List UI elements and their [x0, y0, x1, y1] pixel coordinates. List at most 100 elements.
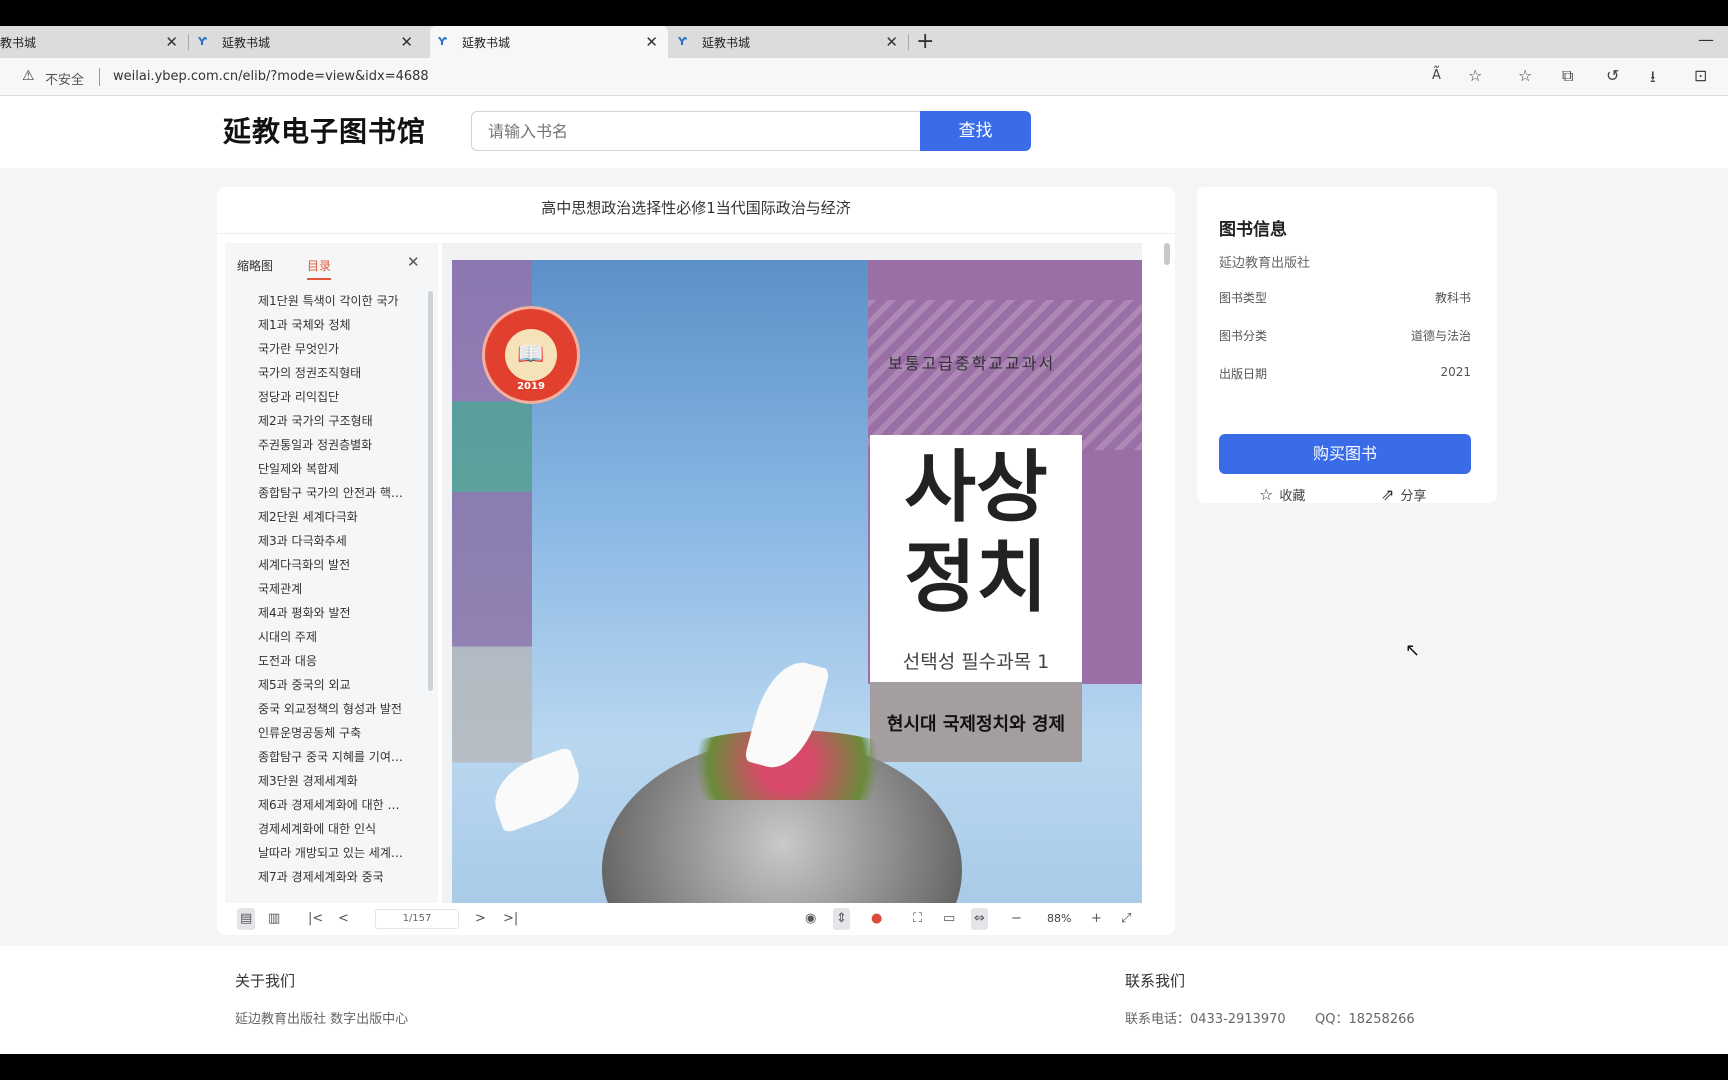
contact-qq: QQ：18258266 — [1315, 1012, 1415, 1027]
favorites-icon[interactable]: ☆ — [1518, 66, 1532, 85]
security-label[interactable]: 不安全 — [45, 69, 84, 88]
history-icon[interactable]: ↺ — [1606, 66, 1619, 85]
tab-separator — [188, 34, 189, 50]
toc-item[interactable]: 제4과 평화와 발전 — [225, 601, 425, 625]
toc-item[interactable]: 제1과 국체와 정체 — [225, 313, 425, 337]
fullscreen-icon[interactable]: ⤢ — [1121, 908, 1131, 930]
favorite-label: 收藏 — [1279, 489, 1306, 504]
warning-icon[interactable]: ⚠ — [22, 68, 35, 84]
info-title: 图书信息 — [1219, 220, 1287, 240]
cover-title-box: 사상 정치 선택성 필수과목 1 — [870, 435, 1082, 682]
book-info-card: 图书信息 延边教育出版社 图书类型 教科书 图书分类 道德与法治 出版日期 20… — [1197, 187, 1497, 504]
toc-item[interactable]: 제7과 경제세계화와 중국 — [225, 865, 425, 889]
scrollbar[interactable] — [428, 291, 433, 691]
star-icon: ☆ — [1259, 485, 1274, 504]
info-value: 2021 — [1440, 365, 1471, 379]
single-page-icon[interactable]: ▤ — [237, 908, 256, 930]
toc-item[interactable]: 국가란 무엇인가 — [225, 337, 425, 361]
toc-item[interactable]: 제2과 국가의 구조형태 — [225, 409, 425, 433]
share-button[interactable]: ⇗ 分享 — [1381, 485, 1426, 504]
two-page-icon[interactable]: ▭ — [943, 908, 955, 930]
collections-icon[interactable]: ⧉ — [1562, 66, 1573, 86]
last-page-icon[interactable]: >| — [503, 908, 518, 930]
toc-item[interactable]: 경제세계화에 대한 인식 — [225, 817, 425, 841]
toc-item[interactable]: 주권통일과 정권층별화 — [225, 433, 425, 457]
toc-item[interactable]: 시대의 주제 — [225, 625, 425, 649]
zoom-in-icon[interactable]: + — [1091, 908, 1102, 930]
toc-item[interactable]: 중국 외교정책의 형성과 발전 — [225, 697, 425, 721]
book-title: 高中思想政治选择性必修1当代国际政治与经济 — [541, 199, 851, 217]
new-tab-button[interactable]: + — [916, 29, 934, 54]
share-icon: ⇗ — [1381, 485, 1395, 504]
zoom-out-icon[interactable]: − — [1011, 908, 1022, 930]
site-header: 延教电子图书馆 查找 — [0, 96, 1728, 168]
buy-book-button[interactable]: 购买图书 — [1219, 434, 1471, 474]
fit-height-icon[interactable]: ⇕ — [833, 908, 850, 930]
toc-item[interactable]: 단일제와 복합제 — [225, 457, 425, 481]
toc-item[interactable]: 세계다극화의 발전 — [225, 553, 425, 577]
info-value: 教科书 — [1434, 291, 1471, 305]
close-icon[interactable]: ✕ — [645, 33, 658, 51]
toc-item[interactable]: 제5과 중국의 외교 — [225, 673, 425, 697]
reader-card: 高中思想政治选择性必修1当代国际政治与经济 缩略图 目录 ✕ 제1단원 특색이 … — [217, 187, 1175, 935]
about-text: 延边教育出版社 数字出版中心 — [235, 1012, 409, 1027]
first-page-icon[interactable]: |< — [308, 908, 323, 930]
close-icon[interactable]: ✕ — [407, 253, 420, 271]
fit-page-icon[interactable]: ⛶ — [913, 908, 922, 930]
close-icon[interactable]: ✕ — [165, 33, 178, 51]
minimize-icon[interactable]: — — [1698, 30, 1714, 49]
tab-toc[interactable]: 目录 — [307, 257, 332, 280]
close-icon[interactable]: ✕ — [885, 33, 898, 51]
book-icon: 📖 — [505, 329, 557, 381]
toc-item[interactable]: 제6과 경제세계화에 대한 … — [225, 793, 425, 817]
cover-volume-title: 현시대 국제정치와 경제 — [886, 714, 1066, 735]
browser-tab[interactable]: Ƴ 延教书城 ✕ — [198, 26, 423, 58]
favorite-button[interactable]: ☆ 收藏 — [1259, 485, 1305, 504]
share-label: 分享 — [1400, 489, 1427, 504]
page-viewer[interactable]: 보통고급중학교교과서 📖 2019 사상 정치 선택성 필수과목 1 현시대 국… — [442, 243, 1142, 903]
eye-icon[interactable]: ◉ — [805, 908, 816, 930]
toc-item[interactable]: 제3과 다극화추세 — [225, 529, 425, 553]
search-input[interactable] — [471, 111, 921, 151]
prev-page-icon[interactable]: < — [338, 908, 349, 930]
url-field[interactable]: weilai.ybep.com.cn/elib/?mode=view&idx=4… — [113, 69, 429, 84]
browser-tab[interactable]: Ƴ 延教书城 ✕ — [678, 26, 909, 58]
info-key: 图书分类 — [1219, 329, 1268, 343]
toc-item[interactable]: 제1단원 특색이 각이한 국가 — [225, 289, 425, 313]
list-view-icon[interactable]: ▥ — [268, 908, 280, 930]
toc-item[interactable]: 국제관계 — [225, 577, 425, 601]
add-favorite-icon[interactable]: ☆ — [1468, 66, 1482, 85]
toc-item[interactable]: 종합탐구 중국 지혜를 기여… — [225, 745, 425, 769]
fit-width-icon[interactable]: ⇔ — [971, 908, 988, 930]
toc-item[interactable]: 제3단원 경제세계화 — [225, 769, 425, 793]
read-aloud-icon[interactable]: A᷉ — [1432, 68, 1441, 83]
toc-item[interactable]: 도전과 대응 — [225, 649, 425, 673]
cover-title-line1: 사상 — [904, 442, 1048, 533]
browser-tab-active[interactable]: Ƴ 延教书城 ✕ — [430, 26, 668, 58]
browser-tab[interactable]: 教书城 ✕ — [0, 26, 189, 58]
info-key: 出版日期 — [1219, 367, 1268, 381]
cover-subtitle: 선택성 필수과목 1 — [902, 651, 1050, 673]
next-page-icon[interactable]: > — [475, 908, 486, 930]
toc-item[interactable]: 제2단원 세계다극화 — [225, 505, 425, 529]
tab-thumbnails[interactable]: 缩略图 — [237, 257, 273, 274]
tab-title: 延教书城 — [222, 35, 271, 50]
play-icon[interactable]: ● — [871, 908, 882, 930]
site-logo[interactable]: 延教电子图书馆 — [223, 110, 426, 150]
close-icon[interactable]: ✕ — [400, 33, 413, 51]
site-favicon-icon: Ƴ — [678, 35, 687, 48]
toc-item[interactable]: 날따라 개방되고 있는 세계… — [225, 841, 425, 865]
download-icon[interactable]: ⭳ — [1650, 66, 1656, 93]
contact-heading: 联系我们 — [1125, 972, 1186, 990]
scrollbar[interactable] — [1164, 243, 1170, 265]
extensions-icon[interactable]: ⊡ — [1694, 66, 1707, 85]
tab-strip: 教书城 ✕ Ƴ 延教书城 ✕ Ƴ 延教书城 ✕ Ƴ 延教书城 ✕ + — — [0, 26, 1728, 58]
page-number-input[interactable]: 1/157 — [375, 909, 459, 929]
toc-item[interactable]: 국가의 정권조직형태 — [225, 361, 425, 385]
toc-item[interactable]: 종합탐구 국가의 안전과 핵… — [225, 481, 425, 505]
toc-item[interactable]: 정당과 리익집단 — [225, 385, 425, 409]
tab-title: 延教书城 — [702, 35, 751, 50]
toc-item[interactable]: 인류운명공동체 구축 — [225, 721, 425, 745]
search-button[interactable]: 查找 — [920, 111, 1031, 151]
info-row: 图书类型 教科书 — [1219, 289, 1471, 309]
